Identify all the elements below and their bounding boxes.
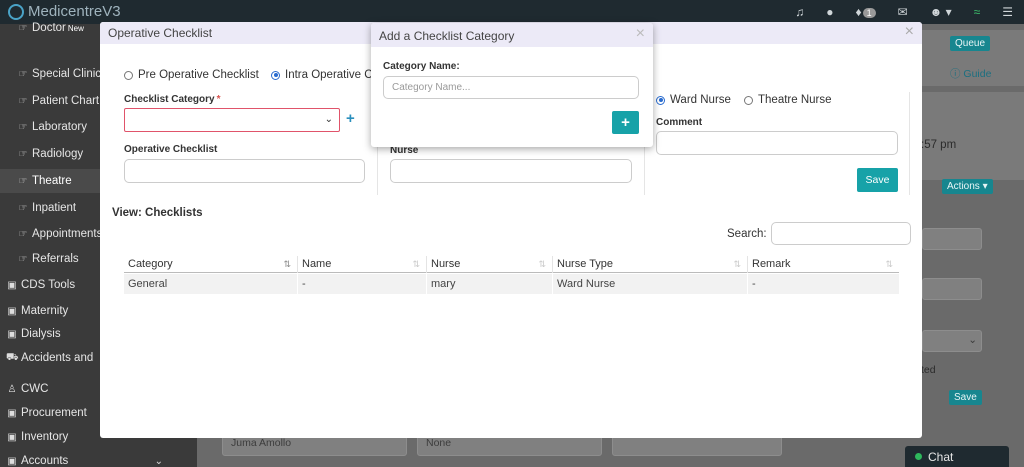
- user-menu-icon[interactable]: ☻ ▾: [930, 5, 952, 19]
- sort-icon[interactable]: ⇅: [412, 256, 420, 273]
- sort-asc-icon[interactable]: ⇅: [283, 256, 291, 273]
- cell-nurse-type: Ward Nurse: [553, 274, 748, 294]
- checklist-category-label: Checklist Category *: [124, 94, 221, 105]
- radio-circle[interactable]: [744, 95, 753, 105]
- sidebar-item-accounts[interactable]: ▣ Accounts ⌄: [0, 449, 197, 467]
- online-status-icon: [915, 453, 922, 460]
- chevron-down-icon: ⌄: [154, 455, 163, 467]
- cell-category: General: [124, 274, 298, 294]
- add-category-button[interactable]: +: [612, 111, 639, 134]
- submodal-header: Add a Checklist Category ×: [371, 23, 653, 47]
- hand-pointer-icon: ☞: [18, 148, 28, 160]
- nurse-input[interactable]: [390, 159, 632, 183]
- cds-tools-icon: ▣: [7, 279, 17, 291]
- category-name-label: Category Name:: [383, 61, 460, 72]
- cell-remark: -: [752, 278, 756, 290]
- maternity-icon: ▣: [7, 305, 17, 317]
- menu-icon[interactable]: ☰: [1002, 5, 1013, 19]
- hand-pointer-icon: ☞: [18, 95, 28, 107]
- table-row[interactable]: General - mary Ward Nurse -: [124, 274, 899, 294]
- hand-pointer-icon: ☞: [18, 68, 28, 80]
- close-icon[interactable]: ×: [636, 25, 645, 43]
- mute-icon[interactable]: ♫: [795, 5, 804, 19]
- bg-save-button[interactable]: Save: [949, 390, 982, 405]
- dialysis-icon: ▣: [7, 328, 17, 340]
- chevron-down-icon: ⌄: [968, 334, 977, 346]
- radio-theatre-nurse[interactable]: Theatre Nurse: [744, 94, 832, 106]
- radio-intra-operative[interactable]: Intra Operative C: [271, 69, 373, 81]
- notifications-bell-icon[interactable]: ♦ 1: [855, 5, 876, 19]
- close-icon[interactable]: ×: [905, 23, 914, 41]
- notification-count-badge: 1: [862, 8, 876, 18]
- accounts-icon: ▣: [7, 455, 17, 467]
- operative-checklist-input[interactable]: [124, 159, 365, 183]
- cell-name: -: [298, 274, 427, 294]
- child-icon: ♙: [7, 383, 17, 395]
- column-header-name[interactable]: Name ⇅: [298, 256, 427, 273]
- radio-ward-nurse[interactable]: Ward Nurse: [656, 94, 731, 106]
- submodal-title: Add a Checklist Category: [379, 29, 515, 43]
- comment-input[interactable]: [656, 131, 898, 155]
- column-header-category[interactable]: Category ⇅: [124, 256, 298, 273]
- radio-circle[interactable]: [124, 70, 133, 80]
- hand-pointer-icon: ☞: [18, 175, 28, 187]
- operative-checklist-label: Operative Checklist: [124, 144, 218, 155]
- sort-icon[interactable]: ⇅: [733, 256, 741, 273]
- chat-widget[interactable]: Chat: [905, 446, 1009, 467]
- search-input[interactable]: [771, 222, 911, 245]
- procurement-icon: ▣: [7, 407, 17, 419]
- view-checklists-title: View: Checklists: [112, 207, 203, 219]
- bg-field-1[interactable]: [922, 228, 982, 250]
- radio-circle-selected[interactable]: [271, 70, 280, 80]
- new-badge: New: [67, 23, 84, 33]
- plus-icon: +: [621, 114, 630, 131]
- comment-label: Comment: [656, 117, 703, 128]
- cell-nurse: mary: [427, 274, 553, 294]
- hand-pointer-icon: ☞: [18, 228, 28, 240]
- required-asterisk: *: [216, 94, 221, 105]
- actions-dropdown-button[interactable]: Actions ▾: [942, 179, 993, 194]
- wifi-icon: ≈: [973, 5, 981, 19]
- table-header: Category ⇅ Name ⇅ Nurse ⇅ Nurse Type ⇅ Remar…: [124, 256, 899, 273]
- column-header-remark[interactable]: Remark ⇅: [748, 256, 899, 273]
- messages-icon[interactable]: ✉: [898, 5, 908, 19]
- modal-title: Operative Checklist: [108, 26, 213, 40]
- bg-field-2[interactable]: [922, 278, 982, 300]
- bg-info-panel: [919, 92, 1024, 180]
- inventory-icon: ▣: [7, 431, 17, 443]
- bg-ted-text: ted: [921, 364, 936, 376]
- hand-pointer-icon: ☞: [18, 253, 28, 265]
- user-switch-icon[interactable]: ●: [826, 5, 833, 19]
- chevron-down-icon: ⌄: [324, 114, 333, 125]
- hand-pointer-icon: ☞: [18, 121, 28, 133]
- sort-icon[interactable]: ⇅: [885, 256, 893, 273]
- search-label: Search:: [727, 228, 767, 240]
- category-name-input[interactable]: Category Name...: [383, 76, 639, 99]
- sort-icon[interactable]: ⇅: [538, 256, 546, 273]
- radio-pre-operative[interactable]: Pre Operative Checklist: [124, 69, 259, 81]
- add-category-plus-icon[interactable]: +: [346, 110, 355, 127]
- guide-link[interactable]: ⓘ Guide: [950, 66, 991, 81]
- hand-pointer-icon: ☞: [18, 22, 28, 34]
- column-header-nurse-type[interactable]: Nurse Type ⇅: [553, 256, 748, 273]
- bg-select[interactable]: ⌄: [922, 330, 982, 352]
- ambulance-icon: ⛟: [6, 351, 19, 363]
- bg-time-text: :57 pm: [921, 139, 957, 151]
- radio-circle-selected[interactable]: [656, 95, 665, 105]
- add-checklist-category-modal: Add a Checklist Category × Category Name…: [371, 23, 653, 147]
- hand-pointer-icon: ☞: [18, 202, 28, 214]
- checklist-category-select[interactable]: ⌄: [124, 108, 340, 132]
- column-header-nurse[interactable]: Nurse ⇅: [427, 256, 553, 273]
- queue-button[interactable]: Queue: [950, 36, 991, 51]
- column-divider: [909, 92, 910, 195]
- save-button[interactable]: Save: [857, 168, 898, 192]
